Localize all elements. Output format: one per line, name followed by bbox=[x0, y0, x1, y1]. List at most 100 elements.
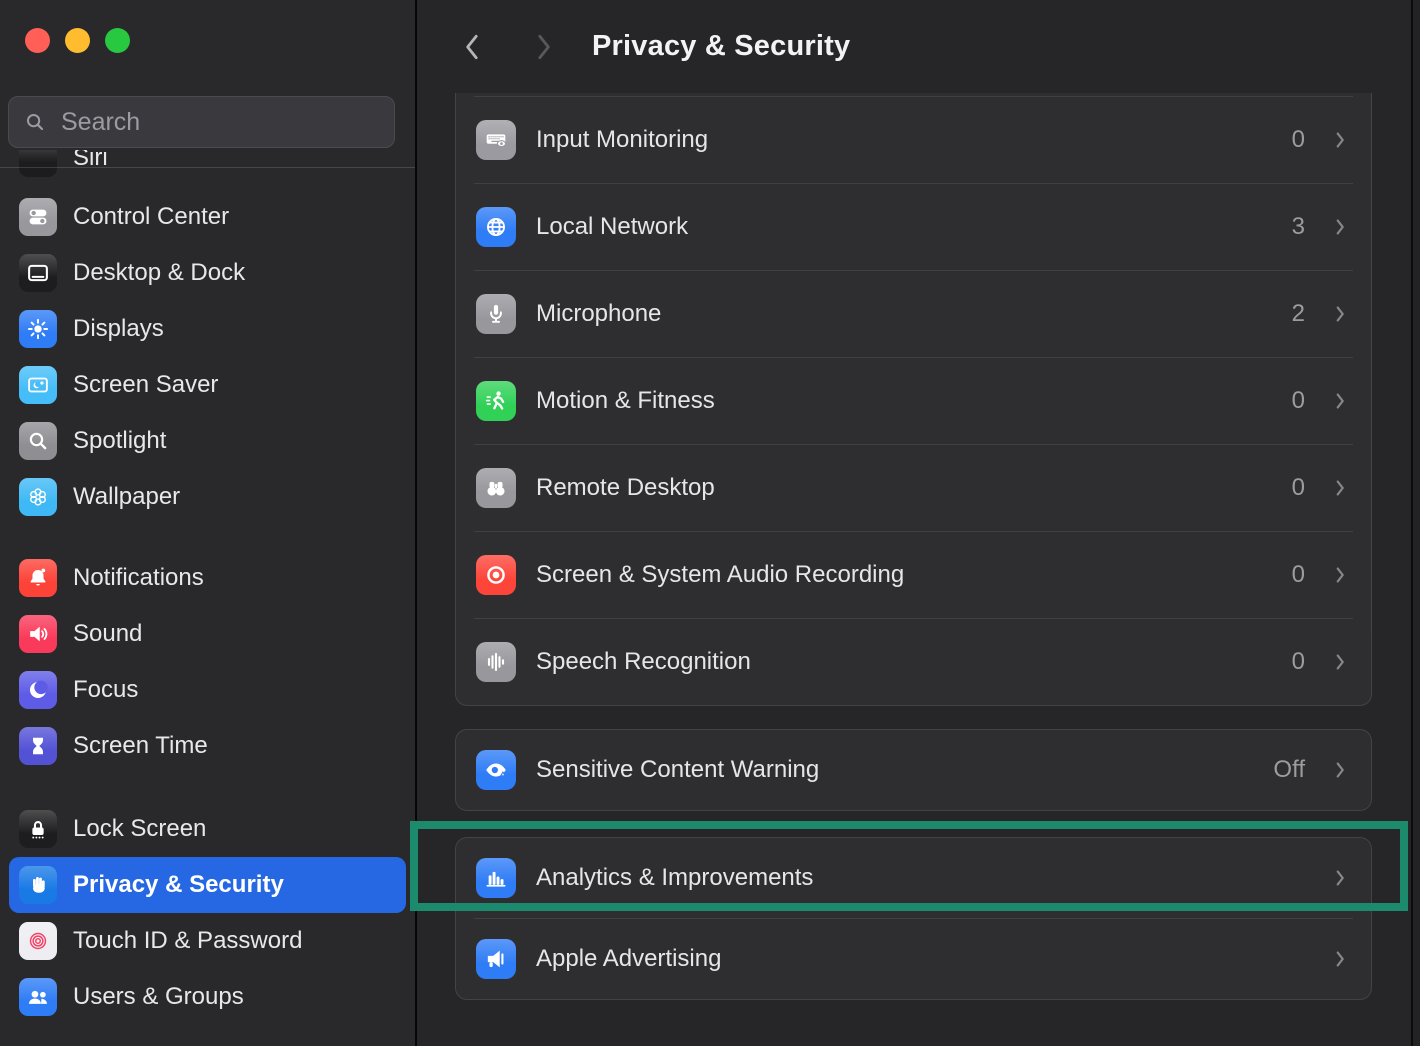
system-settings-window: Siri Control Center Desktop & Dock Displ… bbox=[0, 0, 1420, 1046]
sidebar-item-label: Touch ID & Password bbox=[73, 927, 302, 955]
sidebar-group: Control Center Desktop & Dock Displays S… bbox=[9, 189, 406, 525]
settings-row-label: Input Monitoring bbox=[536, 126, 1272, 154]
page-title: Privacy & Security bbox=[592, 30, 850, 63]
moon-icon bbox=[19, 671, 57, 709]
main-header: Privacy & Security bbox=[417, 0, 1420, 93]
settings-row-input-monitoring[interactable]: Input Monitoring 0 bbox=[456, 97, 1371, 183]
flower-icon bbox=[19, 478, 57, 516]
chevron-right-icon bbox=[1329, 948, 1351, 970]
sidebar-item-privacy-security[interactable]: Privacy & Security bbox=[9, 857, 406, 913]
sidebar-item-sound[interactable]: Sound bbox=[9, 606, 406, 662]
sun-icon bbox=[19, 310, 57, 348]
binoculars-icon bbox=[476, 468, 516, 508]
screen-saver-icon bbox=[19, 366, 57, 404]
megaphone-icon bbox=[476, 939, 516, 979]
search-field[interactable] bbox=[8, 96, 395, 148]
sidebar-item-wallpaper[interactable]: Wallpaper bbox=[9, 469, 406, 525]
settings-row-sensitive-content-warning[interactable]: Sensitive Content Warning Off bbox=[456, 730, 1371, 810]
desktop-dock-icon bbox=[19, 254, 57, 292]
sidebar-item-label: Notifications bbox=[73, 564, 204, 592]
sidebar-item-notifications[interactable]: Notifications bbox=[9, 550, 406, 606]
chevron-right-icon bbox=[1329, 651, 1351, 673]
settings-row-value: 2 bbox=[1292, 300, 1305, 328]
settings-row-label: Microphone bbox=[536, 300, 1272, 328]
settings-group: Analytics & Improvements Apple Advertisi… bbox=[455, 837, 1372, 1000]
sidebar-scroll-divider bbox=[0, 167, 415, 168]
settings-row-value: 0 bbox=[1292, 387, 1305, 415]
sidebar: Siri Control Center Desktop & Dock Displ… bbox=[0, 0, 417, 1046]
sidebar-item-label: Control Center bbox=[73, 203, 229, 231]
settings-row-label: Motion & Fitness bbox=[536, 387, 1272, 415]
record-icon bbox=[476, 555, 516, 595]
microphone-icon bbox=[476, 294, 516, 334]
sidebar-item-screen-saver[interactable]: Screen Saver bbox=[9, 357, 406, 413]
search-input[interactable] bbox=[59, 107, 380, 138]
sidebar-item-desktop-dock[interactable]: Desktop & Dock bbox=[9, 245, 406, 301]
sidebar-item-label: Privacy & Security bbox=[73, 871, 284, 899]
sidebar-item-lock-screen[interactable]: Lock Screen bbox=[9, 801, 406, 857]
settings-row-value: 0 bbox=[1292, 126, 1305, 154]
sidebar-item-touch-id-password[interactable]: Touch ID & Password bbox=[9, 913, 406, 969]
settings-row-local-network[interactable]: Local Network3 bbox=[456, 184, 1371, 270]
settings-row-label: Analytics & Improvements bbox=[536, 864, 1285, 892]
forward-button[interactable] bbox=[523, 25, 563, 69]
settings-row-apple-advertising[interactable]: Apple Advertising bbox=[456, 919, 1371, 999]
chevron-right-icon bbox=[1329, 129, 1351, 151]
lock-icon bbox=[19, 810, 57, 848]
sidebar-group: Lock Screen Privacy & Security Touch ID … bbox=[9, 801, 406, 1025]
zoom-button[interactable] bbox=[105, 28, 130, 53]
chevron-right-icon bbox=[1329, 564, 1351, 586]
settings-group: Sensitive Content Warning Off bbox=[455, 729, 1372, 811]
chevron-right-icon bbox=[530, 32, 556, 62]
runner-icon bbox=[476, 381, 516, 421]
sidebar-item-label: Focus bbox=[73, 676, 138, 704]
settings-content: Input Monitoring 0 Local Network3 Microph… bbox=[417, 93, 1420, 1000]
two-users-icon bbox=[19, 978, 57, 1016]
settings-row-label: Apple Advertising bbox=[536, 945, 1285, 973]
settings-row-value: 0 bbox=[1292, 474, 1305, 502]
settings-row-microphone[interactable]: Microphone 2 bbox=[456, 271, 1371, 357]
sidebar-item-focus[interactable]: Focus bbox=[9, 662, 406, 718]
chevron-left-icon bbox=[460, 32, 486, 62]
sidebar-item-label: Desktop & Dock bbox=[73, 259, 245, 287]
sidebar-item-label: Wallpaper bbox=[73, 483, 180, 511]
keyboard-icon bbox=[476, 120, 516, 160]
sidebar-item-users-groups[interactable]: Users & Groups bbox=[9, 969, 406, 1025]
sidebar-item-control-center[interactable]: Control Center bbox=[9, 189, 406, 245]
settings-row-value: 0 bbox=[1292, 648, 1305, 676]
eye-warning-icon bbox=[476, 750, 516, 790]
sidebar-item-label: Screen Time bbox=[73, 732, 208, 760]
magnifier-icon bbox=[19, 422, 57, 460]
settings-row-label: Remote Desktop bbox=[536, 474, 1272, 502]
close-button[interactable] bbox=[25, 28, 50, 53]
settings-row-speech-recognition[interactable]: Speech Recognition 0 bbox=[456, 619, 1371, 705]
settings-row-value: 0 bbox=[1292, 561, 1305, 589]
chevron-right-icon bbox=[1329, 303, 1351, 325]
back-button[interactable] bbox=[453, 25, 493, 69]
chevron-right-icon bbox=[1329, 867, 1351, 889]
settings-row-value: Off bbox=[1273, 756, 1305, 784]
chevron-right-icon bbox=[1329, 759, 1351, 781]
hand-icon bbox=[19, 866, 57, 904]
minimize-button[interactable] bbox=[65, 28, 90, 53]
sidebar-item-displays[interactable]: Displays bbox=[9, 301, 406, 357]
settings-row-remote-desktop[interactable]: Remote Desktop 0 bbox=[456, 445, 1371, 531]
bell-icon bbox=[19, 559, 57, 597]
sidebar-item-label: Screen Saver bbox=[73, 371, 218, 399]
main-pane: Privacy & Security Input Monitoring 0 Loc… bbox=[417, 0, 1420, 1046]
settings-group: Input Monitoring 0 Local Network3 Microph… bbox=[455, 93, 1372, 706]
settings-row-label: Sensitive Content Warning bbox=[536, 756, 1253, 784]
globe-icon bbox=[476, 207, 516, 247]
fingerprint-icon bbox=[19, 922, 57, 960]
settings-row-analytics-improvements[interactable]: Analytics & Improvements bbox=[456, 838, 1371, 918]
sidebar-item-siri-clipped[interactable]: Siri bbox=[9, 150, 406, 190]
settings-row-screen-system-audio-recording[interactable]: Screen & System Audio Recording0 bbox=[456, 532, 1371, 618]
bar-chart-icon bbox=[476, 858, 516, 898]
sidebar-item-label: Spotlight bbox=[73, 427, 166, 455]
waveform-icon bbox=[476, 642, 516, 682]
sidebar-item-spotlight[interactable]: Spotlight bbox=[9, 413, 406, 469]
settings-row-motion-fitness[interactable]: Motion & Fitness 0 bbox=[456, 358, 1371, 444]
sidebar-item-screen-time[interactable]: Screen Time bbox=[9, 718, 406, 774]
settings-row-label: Local Network bbox=[536, 213, 1272, 241]
settings-row-label: Speech Recognition bbox=[536, 648, 1272, 676]
